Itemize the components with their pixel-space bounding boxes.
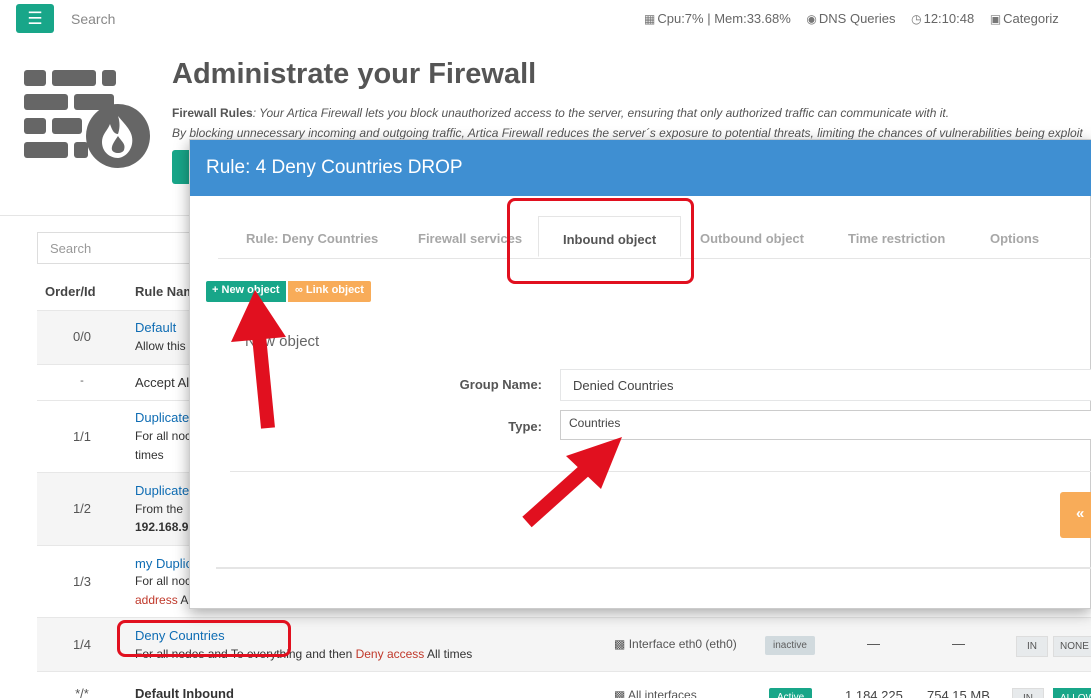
- link-object-button[interactable]: ∞ Link object: [288, 281, 371, 302]
- interface-label: ▩ Interface eth0 (eth0): [614, 637, 737, 651]
- dns-queries-link[interactable]: ◉ DNS Queries: [806, 11, 895, 26]
- modal-header: Rule: 4 Deny Countries DROP: [190, 140, 1091, 196]
- rule-name-link[interactable]: Duplicate: [135, 410, 189, 425]
- system-stats: ▦ Cpu:7% | Mem:33.68% ◉ DNS Queries ◷ 12:10…: [644, 11, 1071, 26]
- status-badge[interactable]: Active: [769, 688, 813, 698]
- top-bar: ☰ Search ▦ Cpu:7% | Mem:33.68% ◉ DNS Queri…: [0, 0, 1091, 38]
- action-none-button[interactable]: NONE: [1053, 636, 1091, 657]
- book-icon: ▣: [989, 12, 1002, 26]
- plus-icon: +: [212, 284, 219, 296]
- clock-icon: ◷: [911, 12, 922, 26]
- tab-options[interactable]: Options: [990, 231, 1039, 246]
- eye-icon: ◉: [806, 12, 817, 26]
- modal-title: Rule: 4 Deny Countries DROP: [206, 157, 463, 178]
- type-label: Type:: [508, 419, 542, 434]
- link-icon: ∞: [295, 284, 303, 296]
- new-object-button[interactable]: + New object: [206, 281, 286, 302]
- network-icon: ▩: [614, 637, 626, 651]
- table-row: */* Default Inbound ▩ All interfaces Act…: [37, 671, 1091, 698]
- footer-divider: [216, 567, 1091, 569]
- col-order-header[interactable]: Order/Id: [45, 284, 96, 299]
- divider: [230, 471, 1091, 472]
- desc-line-1: Firewall Rules: Your Artica Firewall let…: [172, 106, 950, 120]
- hamburger-icon: ☰: [27, 9, 43, 28]
- group-name-label: Group Name:: [459, 377, 542, 392]
- action-allow-button[interactable]: ALLOW: [1053, 688, 1091, 698]
- page-title: Administrate your Firewall: [172, 58, 537, 90]
- cpu-icon: ▦: [644, 12, 656, 26]
- rule-name-link[interactable]: Duplicate: [135, 483, 189, 498]
- firewall-icon: [24, 70, 150, 168]
- rule-name-link[interactable]: Default: [135, 320, 176, 335]
- rule-name-link[interactable]: my Duplic: [135, 556, 192, 571]
- clock-stat: ◷ 12:10:48: [911, 11, 975, 26]
- top-search-label[interactable]: Search: [71, 11, 115, 27]
- back-button[interactable]: «: [1060, 492, 1091, 538]
- tab-time-restriction[interactable]: Time restriction: [848, 231, 945, 246]
- type-select[interactable]: Countries: [560, 410, 1091, 440]
- cpu-mem-stat: ▦ Cpu:7% | Mem:33.68%: [644, 11, 791, 26]
- direction-in-button[interactable]: IN: [1016, 636, 1048, 657]
- highlight-deny-countries: [117, 620, 291, 657]
- highlight-inbound-tab: [507, 198, 694, 284]
- interface-label: ▩ All interfaces: [614, 688, 697, 698]
- section-title: New object: [245, 333, 320, 350]
- tab-outbound-object[interactable]: Outbound object: [700, 231, 804, 246]
- group-name-input[interactable]: Denied Countries: [560, 369, 1091, 401]
- network-icon: ▩: [614, 688, 626, 698]
- hamburger-menu-button[interactable]: ☰: [16, 4, 54, 33]
- status-badge[interactable]: inactive: [765, 636, 815, 655]
- page-description: Firewall Rules: Your Artica Firewall let…: [172, 103, 1083, 143]
- category-link[interactable]: ▣ Categoriz: [990, 11, 1059, 26]
- table-search-input[interactable]: Search: [37, 232, 197, 264]
- col-name-header[interactable]: Rule Nam: [135, 284, 195, 299]
- direction-in-button[interactable]: IN: [1012, 688, 1044, 698]
- tab-rule[interactable]: Rule: Deny Countries: [246, 231, 378, 246]
